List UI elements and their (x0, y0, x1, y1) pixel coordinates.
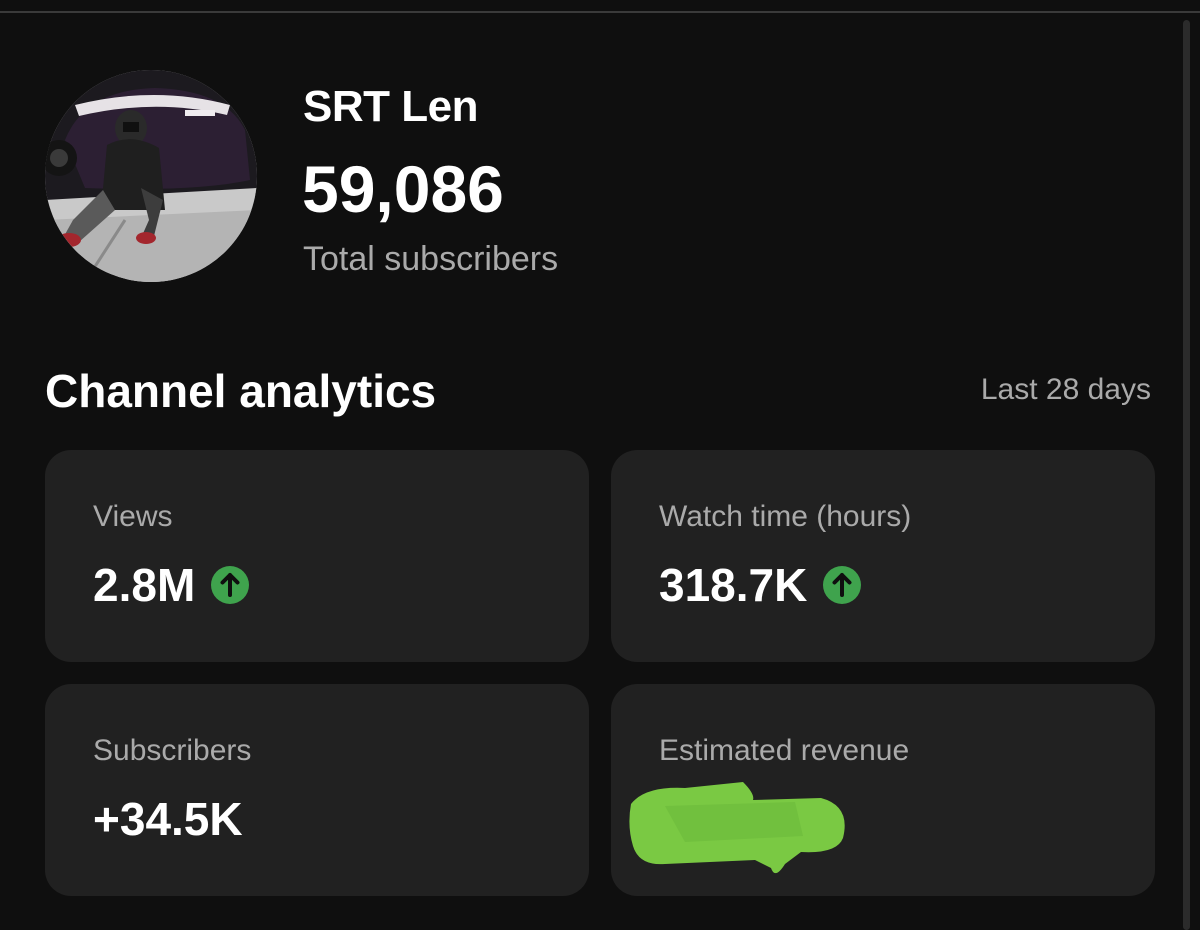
metric-value: 318.7K (659, 559, 808, 611)
analytics-screen: SRT Len 59,086 Total subscribers Channel… (0, 0, 1200, 930)
metric-card-views[interactable]: Views 2.8M (45, 450, 589, 662)
metric-value: +34.5K (93, 793, 243, 845)
metric-card-estimated-revenue[interactable]: Estimated revenue (611, 684, 1155, 896)
metric-label: Subscribers (93, 734, 252, 767)
metric-card-subscribers[interactable]: Subscribers +34.5K (45, 684, 589, 896)
redaction-scribble (629, 782, 845, 874)
section-title: Channel analytics (45, 365, 437, 417)
arrow-up-circle-icon (211, 566, 250, 604)
metric-value: 2.8M (93, 559, 196, 611)
avatar-photo (45, 70, 257, 282)
total-subscriber-count: 59,086 (302, 152, 504, 226)
channel-avatar[interactable] (45, 70, 257, 282)
arrow-up-circle-icon (823, 566, 862, 604)
metric-label: Watch time (hours) (659, 500, 912, 533)
metric-value-row: +34.5K (93, 792, 243, 846)
total-subscribers-label: Total subscribers (303, 240, 559, 278)
metric-value-row: 2.8M (93, 558, 250, 612)
metric-label: Views (93, 500, 173, 533)
metric-label: Estimated revenue (659, 734, 910, 767)
metric-value-row: 318.7K (659, 558, 862, 612)
channel-name: SRT Len (303, 82, 478, 131)
period-selector[interactable]: Last 28 days (981, 373, 1151, 407)
top-divider (0, 11, 1200, 13)
metric-card-watch-time[interactable]: Watch time (hours) 318.7K (611, 450, 1155, 662)
scrollbar[interactable] (1183, 20, 1190, 930)
